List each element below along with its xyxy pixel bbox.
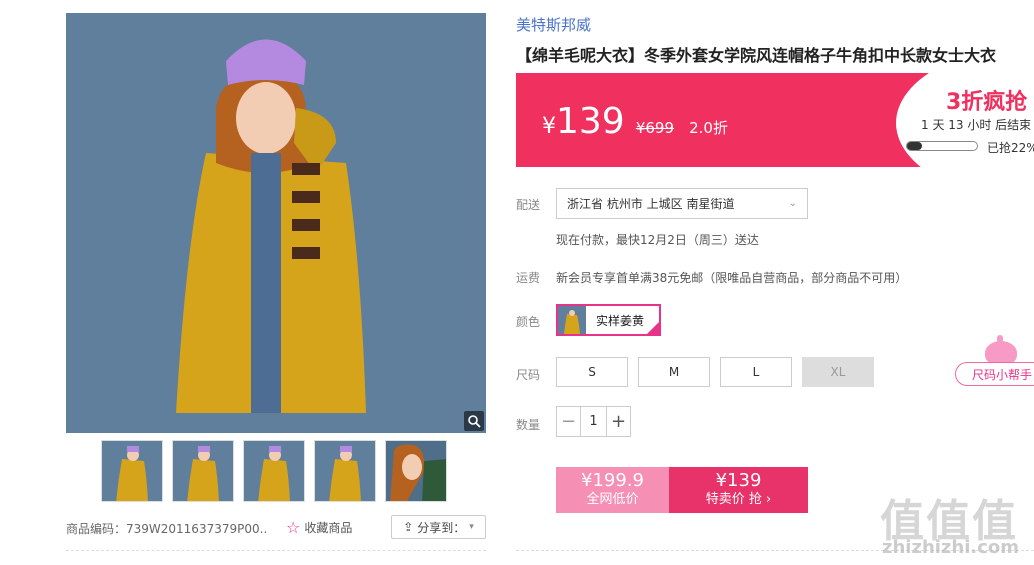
thumbnail-strip xyxy=(101,440,447,502)
price-block: ¥139 ¥699 2.0折 xyxy=(542,101,728,142)
share-label: 分享到： xyxy=(417,520,466,535)
original-price: ¥699 xyxy=(635,119,674,137)
size-label: 尺码 xyxy=(516,368,541,382)
product-title: 【绵羊毛呢大衣】冬季外套女学院风连帽格子牛角扣中长款女士大衣 xyxy=(516,46,997,65)
thumbnail-2[interactable] xyxy=(172,440,234,502)
address-value: 浙江省 杭州市 上城区 南星街道 xyxy=(567,197,735,211)
currency-symbol: ¥ xyxy=(542,114,556,139)
thumbnail-5[interactable] xyxy=(385,440,447,502)
network-price-value: ¥199.9 xyxy=(581,470,644,491)
color-swatch xyxy=(558,306,586,334)
product-meta-row: 商品编码：739W2011637379P00... ☆ 收藏商品 ⇪ 分享到： … xyxy=(66,515,486,541)
size-option-s[interactable]: S xyxy=(556,357,628,387)
chevron-down-icon: ⌄ xyxy=(788,198,797,209)
shipping-label: 配送 xyxy=(516,198,541,212)
quantity-value[interactable]: 1 xyxy=(580,407,607,436)
size-option-xl: XL xyxy=(802,357,874,387)
size-option-m[interactable]: M xyxy=(638,357,710,387)
plus-icon[interactable]: + xyxy=(607,407,630,436)
thumbnail-1[interactable] xyxy=(101,440,163,502)
countdown-text: 1 天 13 小时 后结束 xyxy=(921,118,1032,132)
thumbnail-4[interactable] xyxy=(314,440,376,502)
size-option-l[interactable]: L xyxy=(720,357,792,387)
sale-price-value: ¥139 xyxy=(715,470,762,491)
main-product-image[interactable] xyxy=(66,13,486,433)
network-low-price: ¥199.9 全网低价 xyxy=(556,467,669,513)
share-icon: ⇪ xyxy=(403,520,414,534)
progress-fill xyxy=(907,142,923,150)
size-helper-button[interactable]: 尺码小帮手 xyxy=(955,362,1034,386)
checkmark-icon xyxy=(646,321,659,334)
brand-link[interactable]: 美特斯邦威 xyxy=(516,14,591,35)
product-photo xyxy=(66,13,486,433)
chevron-down-icon: ▾ xyxy=(469,522,474,532)
color-option-selected[interactable]: 实样姜黄 xyxy=(556,304,661,336)
zoom-icon[interactable] xyxy=(464,411,484,431)
current-price: 139 xyxy=(556,101,625,142)
freight-label: 运费 xyxy=(516,271,541,285)
sale-price-label: 特卖价 抢 › xyxy=(705,492,772,507)
product-page: 商品编码：739W2011637379P00... ☆ 收藏商品 ⇪ 分享到： … xyxy=(0,0,1034,565)
minus-icon[interactable]: − xyxy=(557,407,580,436)
star-icon: ☆ xyxy=(286,518,301,537)
color-name: 实样姜黄 xyxy=(596,313,645,328)
quantity-label: 数量 xyxy=(516,418,541,432)
buy-now-button[interactable]: ¥139 特卖价 抢 › xyxy=(669,467,808,513)
delivery-note: 现在付款，最快12月2日（周三）送达 xyxy=(556,233,759,247)
flash-sale-title: 3折疯抢 xyxy=(946,90,1028,115)
discount-rate: 2.0折 xyxy=(689,119,728,137)
divider xyxy=(66,550,486,551)
address-select[interactable]: 浙江省 杭州市 上城区 南星街道 ⌄ xyxy=(556,188,808,219)
sold-progress-label: 已抢22% xyxy=(987,141,1034,155)
watermark-url: zhizhizhi.com xyxy=(882,537,1020,558)
price-banner: ¥139 ¥699 2.0折 3折疯抢 1 天 13 小时 后结束 已抢22% xyxy=(516,73,1034,167)
favorite-label: 收藏商品 xyxy=(304,521,353,535)
color-label: 颜色 xyxy=(516,315,541,329)
sku-code: 商品编码：739W2011637379P00... xyxy=(66,521,266,536)
freight-note: 新会员专享首单满38元免邮（限唯品自营商品，部分商品不可用） xyxy=(556,271,908,285)
quantity-stepper: − 1 + xyxy=(556,406,631,437)
thumbnail-3[interactable] xyxy=(243,440,305,502)
network-price-label: 全网低价 xyxy=(586,492,639,507)
share-button[interactable]: ⇪ 分享到： ▾ xyxy=(391,515,486,539)
sold-progress-bar xyxy=(906,141,978,151)
favorite-button[interactable]: ☆ 收藏商品 xyxy=(286,518,352,537)
